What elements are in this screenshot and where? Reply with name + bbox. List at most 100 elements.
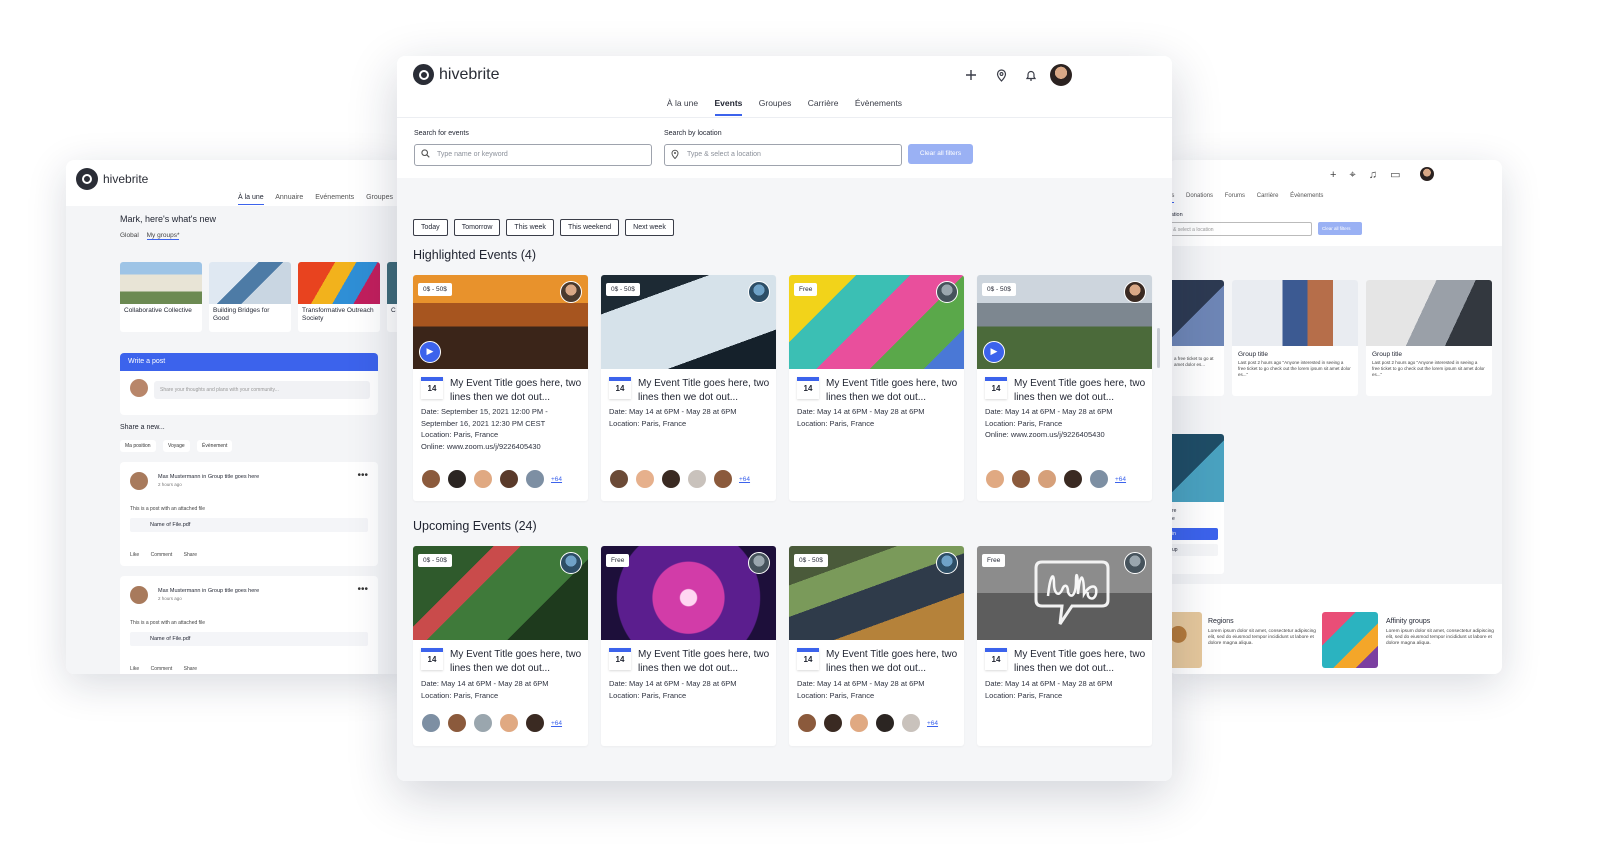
share-option-voyage[interactable]: Voyage (162, 440, 190, 452)
chip-this-week[interactable]: This week (506, 219, 554, 236)
nav-item[interactable]: À la une (238, 194, 264, 205)
nav-item-events[interactable]: Events (714, 98, 743, 116)
event-date: Date: September 15, 2021 12:00 PM - (421, 407, 548, 416)
nav-item[interactable]: Évènements (1290, 193, 1323, 199)
brand-name: hivebrite (439, 65, 500, 83)
feed-post: Max Mustermann in Group title goes here … (120, 462, 378, 566)
nav-item-evenements[interactable]: Évènements (855, 98, 902, 114)
scrollbar[interactable] (1157, 328, 1160, 368)
plus-icon[interactable]: + (1330, 169, 1336, 181)
comment-button[interactable]: Comment (151, 552, 173, 558)
post-input[interactable]: Share your thoughts and plans with your … (154, 381, 370, 399)
plus-icon[interactable] (956, 66, 986, 84)
event-date: Date: May 14 at 6PM - May 28 at 6PM (421, 679, 549, 688)
host-avatar[interactable] (748, 281, 770, 303)
more-attendees-link[interactable]: +64 (551, 720, 562, 727)
event-card[interactable]: 0$ - 50$ 14 My Event Title goes here, tw… (601, 275, 776, 501)
nav-item[interactable]: Evénements (315, 194, 354, 201)
event-title[interactable]: My Event Title goes here, two lines then… (638, 377, 770, 405)
like-button[interactable]: Like (130, 552, 139, 558)
search-location-input[interactable]: Type & select a location (664, 144, 902, 166)
attached-file[interactable]: Name of File.pdf (130, 518, 368, 532)
host-avatar[interactable] (560, 552, 582, 574)
event-card[interactable]: 0$ - 50$ ▶ 14 My Event Title goes here, … (977, 275, 1152, 501)
chip-this-weekend[interactable]: This weekend (559, 219, 620, 236)
event-card[interactable]: Free 14 My Event Title goes here, two li… (789, 275, 964, 501)
host-avatar[interactable] (748, 552, 770, 574)
tab-my-groups[interactable]: My groups* (146, 232, 180, 240)
nav-item[interactable]: Annuaire (275, 194, 303, 201)
share-button[interactable]: Share (184, 552, 197, 558)
post-author[interactable]: Max Mustermann in Group title goes here (158, 474, 259, 480)
event-title[interactable]: My Event Title goes here, two lines then… (450, 377, 582, 405)
share-option-event[interactable]: Évènement (197, 440, 233, 452)
chip-next-week[interactable]: Next week (625, 219, 674, 236)
event-title[interactable]: My Event Title goes here, two lines then… (826, 377, 958, 405)
main-logo[interactable]: hivebrite (413, 64, 499, 85)
event-card[interactable]: Free 14 My Event Title goes here, two li… (601, 546, 776, 746)
group-card[interactable]: a free ticket to go at amet dolor es... (1168, 280, 1224, 396)
location-input[interactable]: & select a location (1168, 222, 1312, 236)
nav-item-groupes[interactable]: Groupes (759, 98, 792, 114)
more-attendees-link[interactable]: +64 (927, 720, 938, 727)
group-card[interactable]: Building Bridges for Good (209, 262, 291, 332)
feed-logo[interactable]: hivebrite (76, 168, 148, 190)
nav-item[interactable]: Carrière (1257, 193, 1279, 199)
event-title[interactable]: My Event Title goes here, two lines then… (1014, 377, 1146, 405)
location-pin-icon[interactable]: ⌖ (1350, 169, 1356, 181)
group-card[interactable]: Collaborative Collective (120, 262, 202, 332)
sidebar-button[interactable]: up (1168, 544, 1218, 556)
affinity-groups-title[interactable]: Affinity groups (1386, 618, 1430, 625)
nav-item-carriere[interactable]: Carrière (808, 98, 839, 114)
user-avatar[interactable] (1050, 64, 1072, 86)
avatar[interactable] (1420, 167, 1434, 181)
nav-item[interactable]: Groupes (366, 194, 393, 201)
ellipsis-icon[interactable]: ••• (357, 470, 368, 481)
clear-filters-button[interactable]: Clear all filters (908, 144, 973, 164)
host-avatar[interactable] (560, 281, 582, 303)
host-avatar[interactable] (1124, 552, 1146, 574)
event-card[interactable]: 0$ - 50$ 14 My Event Title goes here, tw… (789, 546, 964, 746)
host-avatar[interactable] (936, 281, 958, 303)
post-author[interactable]: Max Mustermann in Group title goes here (158, 588, 259, 594)
host-avatar[interactable] (1124, 281, 1146, 303)
regions-image[interactable] (1168, 612, 1202, 668)
chat-icon[interactable]: ▭ (1390, 169, 1400, 181)
event-online-link[interactable]: Online: www.zoom.us/j/9226405430 (985, 429, 1146, 441)
chip-today[interactable]: Today (413, 219, 448, 236)
like-button[interactable]: Like (130, 666, 139, 672)
ellipsis-icon[interactable]: ••• (357, 584, 368, 595)
search-events-input[interactable]: Type name or keyword (414, 144, 652, 166)
event-title[interactable]: My Event Title goes here, two lines then… (450, 648, 582, 676)
clear-filters-button[interactable]: Clear all filters (1318, 222, 1362, 235)
tab-global[interactable]: Global (120, 232, 139, 239)
more-attendees-link[interactable]: +64 (1115, 476, 1126, 483)
nav-item-a-la-une[interactable]: À la une (667, 98, 698, 114)
comment-button[interactable]: Comment (151, 666, 173, 672)
event-card[interactable]: 0$ - 50$ 14 My Event Title goes here, tw… (413, 546, 588, 746)
event-title[interactable]: My Event Title goes here, two lines then… (638, 648, 770, 676)
event-card[interactable]: Free 14 My Event Title goes here, two li… (977, 546, 1152, 746)
host-avatar[interactable] (936, 552, 958, 574)
share-button[interactable]: Share (184, 666, 197, 672)
event-card[interactable]: 0$ - 50$ ▶ 14 My Event Title goes here, … (413, 275, 588, 501)
bell-icon[interactable]: ♫ (1369, 169, 1377, 181)
group-card[interactable]: Group title Last post 2 hours ago "Anyon… (1232, 280, 1358, 396)
group-card[interactable]: Group title Last post 2 hours ago "Anyon… (1366, 280, 1492, 396)
event-online-link[interactable]: Online: www.zoom.us/j/9226405430 (421, 441, 582, 453)
event-title[interactable]: My Event Title goes here, two lines then… (826, 648, 958, 676)
chip-tomorrow[interactable]: Tomorrow (453, 219, 501, 236)
regions-title[interactable]: Regions (1208, 618, 1234, 625)
more-attendees-link[interactable]: +64 (739, 476, 750, 483)
nav-item[interactable]: Donations (1186, 193, 1213, 199)
sidebar-button[interactable]: in (1168, 528, 1218, 540)
affinity-groups-image[interactable] (1322, 612, 1378, 668)
share-option-position[interactable]: Ma position (120, 440, 156, 452)
attached-file[interactable]: Name of File.pdf (130, 632, 368, 646)
bell-icon[interactable] (1016, 66, 1046, 84)
group-card[interactable]: Transformative Outreach Society (298, 262, 380, 332)
location-pin-icon[interactable] (986, 66, 1016, 84)
nav-item[interactable]: Forums (1225, 193, 1245, 199)
event-title[interactable]: My Event Title goes here, two lines then… (1014, 648, 1146, 676)
more-attendees-link[interactable]: +64 (551, 476, 562, 483)
